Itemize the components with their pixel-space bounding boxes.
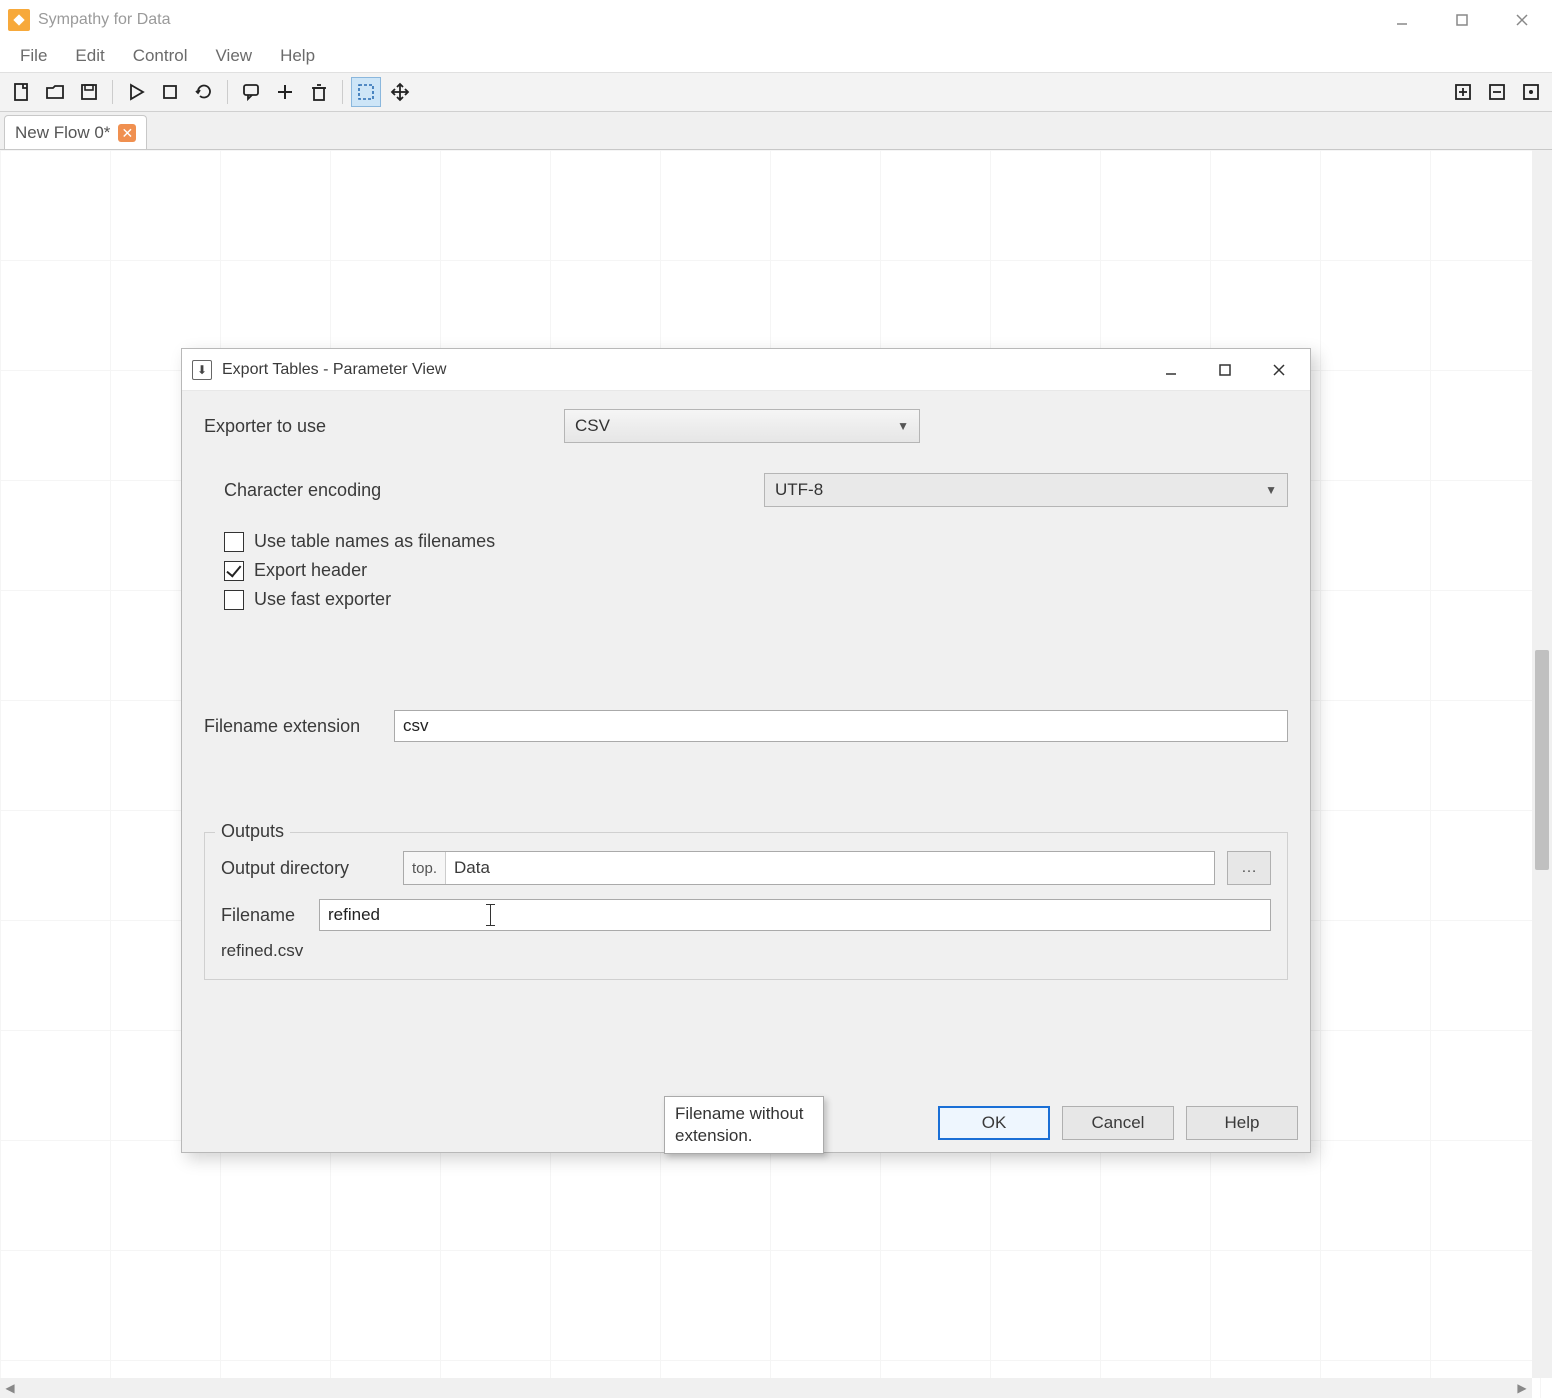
outputs-legend: Outputs [215,821,290,842]
app-icon [8,9,30,31]
encoding-combo[interactable]: UTF-8 ▼ [764,473,1288,507]
dialog-titlebar: ⬇ Export Tables - Parameter View [182,349,1310,391]
help-button[interactable]: Help [1186,1106,1298,1140]
main-window-titlebar: Sympathy for Data [0,0,1552,40]
cancel-button[interactable]: Cancel [1062,1106,1174,1140]
zoom-in-icon[interactable] [1448,77,1478,107]
zoom-out-icon[interactable] [1482,77,1512,107]
open-file-icon[interactable] [40,77,70,107]
zoom-fit-icon[interactable] [1516,77,1546,107]
filename-tooltip: Filename without extension. [664,1096,824,1154]
chevron-down-icon: ▼ [897,419,909,433]
window-close-button[interactable] [1492,0,1552,40]
tab-close-icon[interactable]: ✕ [118,124,136,142]
export-header-label: Export header [254,560,367,581]
checkbox-icon [224,532,244,552]
scroll-right-icon[interactable]: ▶ [1512,1381,1532,1395]
filename-extension-input[interactable]: csv [394,710,1288,742]
window-maximize-button[interactable] [1432,0,1492,40]
dialog-minimize-button[interactable] [1144,351,1198,389]
app-title: Sympathy for Data [38,11,171,29]
move-icon[interactable] [385,77,415,107]
exporter-combo[interactable]: CSV ▼ [564,409,920,443]
menu-bar: File Edit Control View Help [0,40,1552,72]
filename-label: Filename [221,905,307,926]
checkbox-checked-icon [224,561,244,581]
flow-canvas[interactable]: ◀ ▶ ⬇ Export Tables - Parameter View Exp… [0,150,1552,1398]
vertical-scrollbar[interactable] [1532,150,1552,1378]
window-minimize-button[interactable] [1372,0,1432,40]
browse-button[interactable]: … [1227,851,1271,885]
dialog-title: Export Tables - Parameter View [222,361,446,379]
play-icon[interactable] [121,77,151,107]
output-directory-label: Output directory [221,858,391,879]
text-caret-icon [490,904,491,926]
tab-strip: New Flow 0* ✕ [0,112,1552,150]
output-directory-prefix: top. [404,852,446,884]
export-tables-dialog: ⬇ Export Tables - Parameter View Exporte… [181,348,1311,1153]
export-header-checkbox[interactable]: Export header [224,560,1288,581]
filename-extension-label: Filename extension [204,716,394,737]
output-directory-input[interactable]: top. Data [403,851,1215,885]
menu-edit[interactable]: Edit [61,42,118,70]
filename-preview: refined.csv [221,941,1271,961]
horizontal-scrollbar[interactable]: ◀ ▶ [0,1378,1532,1398]
dialog-icon: ⬇ [192,360,212,380]
menu-view[interactable]: View [202,42,267,70]
menu-help[interactable]: Help [266,42,329,70]
menu-control[interactable]: Control [119,42,202,70]
reload-icon[interactable] [189,77,219,107]
help-button-label: Help [1225,1113,1260,1133]
encoding-label: Character encoding [224,480,764,501]
cancel-button-label: Cancel [1092,1113,1145,1133]
ok-button[interactable]: OK [938,1106,1050,1140]
toolbar [0,72,1552,112]
filename-value: refined [328,905,380,925]
new-file-icon[interactable] [6,77,36,107]
scroll-left-icon[interactable]: ◀ [0,1381,20,1395]
use-table-names-checkbox[interactable]: Use table names as filenames [224,531,1288,552]
browse-button-label: … [1241,859,1257,877]
checkbox-icon [224,590,244,610]
stop-icon[interactable] [155,77,185,107]
filename-input[interactable]: refined [319,899,1271,931]
flow-tab-label: New Flow 0* [15,123,110,143]
trash-icon[interactable] [304,77,334,107]
output-directory-value: Data [446,858,498,878]
dialog-close-button[interactable] [1252,351,1306,389]
add-icon[interactable] [270,77,300,107]
use-table-names-label: Use table names as filenames [254,531,495,552]
flow-tab[interactable]: New Flow 0* ✕ [4,115,147,149]
chevron-down-icon: ▼ [1265,483,1277,497]
save-file-icon[interactable] [74,77,104,107]
comment-icon[interactable] [236,77,266,107]
ok-button-label: OK [982,1113,1007,1133]
use-fast-exporter-checkbox[interactable]: Use fast exporter [224,589,1288,610]
menu-file[interactable]: File [6,42,61,70]
exporter-label: Exporter to use [204,416,564,437]
filename-extension-value: csv [403,716,429,736]
use-fast-exporter-label: Use fast exporter [254,589,391,610]
tooltip-text: Filename without extension. [675,1104,804,1145]
dialog-maximize-button[interactable] [1198,351,1252,389]
encoding-combo-value: UTF-8 [775,480,823,500]
outputs-group: Outputs Output directory top. Data … Fil… [204,832,1288,980]
marquee-select-icon[interactable] [351,77,381,107]
exporter-combo-value: CSV [575,416,610,436]
